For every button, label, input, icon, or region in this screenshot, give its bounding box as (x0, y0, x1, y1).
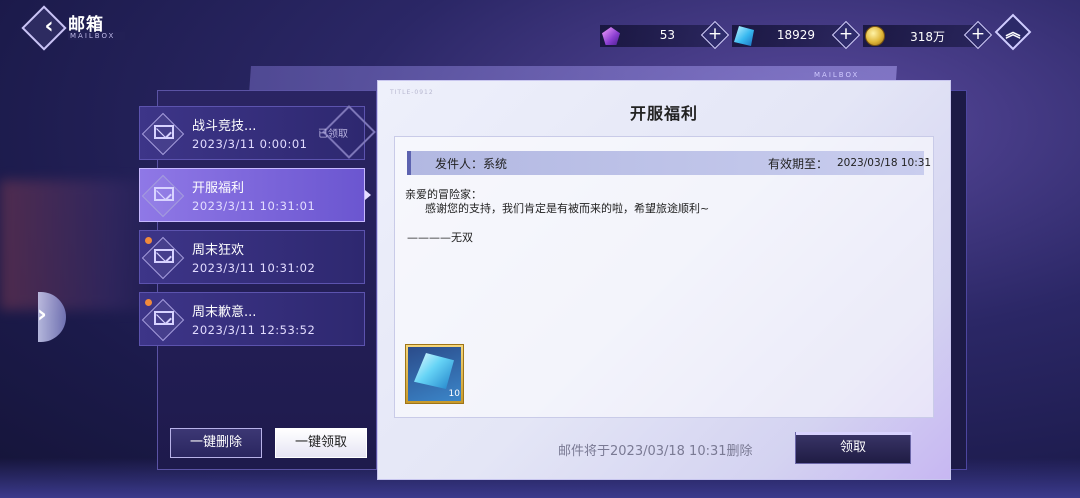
mail-signature: ————无双 (407, 231, 473, 244)
mail-item-selected[interactable]: 开服福利 2023/3/11 10:31:01 (139, 168, 365, 222)
mail-detail-title: 开服福利 (629, 104, 698, 123)
mail-title: 战斗竞技... (192, 119, 257, 134)
mail-date: 2023/3/11 10:31:01 (192, 199, 316, 213)
mail-title: 周末狂欢 (192, 243, 245, 258)
sender-label: 发件人：系统 (435, 157, 508, 171)
mail-date: 2023/3/11 12:53:52 (192, 323, 316, 337)
home-chevron-icon[interactable]: ︽ (1000, 18, 1026, 44)
currency-crystal-value: 18929 (776, 28, 815, 42)
expiry-label: 有效期至： (768, 157, 829, 171)
claim-button[interactable]: 领取 (795, 432, 912, 464)
background-blur (0, 180, 160, 310)
unread-dot-icon (145, 237, 152, 244)
mail-item[interactable]: 周末狂欢 2023/3/11 10:31:02 (139, 230, 365, 284)
envelope-icon (154, 187, 174, 201)
claim-all-button[interactable]: 一键领取 (275, 428, 367, 458)
page-subtitle: MAILBOX (68, 32, 126, 40)
detail-tag: TITLE-0912 (390, 89, 434, 96)
chevron-right-icon[interactable]: › (37, 300, 47, 328)
currency-coin-value: 318万 (910, 30, 945, 44)
mail-title: 开服福利 (192, 181, 245, 196)
delete-all-button[interactable]: 一键删除 (170, 428, 262, 458)
selection-indicator-icon (365, 190, 371, 200)
decorative-panel-edge (950, 90, 967, 470)
mail-date: 2023/3/11 10:31:02 (192, 261, 316, 275)
unread-dot-icon (145, 299, 152, 306)
mail-body: 感谢您的支持，我们肯定是有被而来的啦，希望旅途顺利~ (425, 202, 710, 215)
back-card-label: MAILBOX (814, 71, 860, 79)
gold-coin-icon (865, 26, 885, 46)
claimed-status: 已领取 (318, 129, 348, 140)
mail-item[interactable]: 战斗竞技... 2023/3/11 0:00:01 已领取 (139, 105, 376, 160)
plus-icon[interactable]: + (835, 23, 857, 45)
envelope-icon (154, 249, 174, 263)
reward-quantity: 10 (448, 389, 460, 399)
expire-note: 邮件将于2023/03/18 10:31删除 (558, 444, 753, 459)
mail-title: 周末歉意... (192, 305, 257, 320)
back-chevron-icon[interactable]: ‹ (33, 11, 65, 43)
plus-icon[interactable]: + (704, 23, 726, 45)
expiry-value: 2023/03/18 10:31 (837, 157, 932, 169)
mail-date: 2023/3/11 0:00:01 (192, 137, 308, 151)
currency-gem-value: 53 (659, 28, 675, 42)
envelope-icon (154, 125, 174, 139)
mail-content-box (394, 136, 934, 418)
mail-item[interactable]: 周末歉意... 2023/3/11 12:53:52 (139, 292, 365, 346)
envelope-icon (154, 311, 174, 325)
title-bar: ‹ 邮箱 MAILBOX (0, 0, 140, 51)
plus-icon[interactable]: + (967, 23, 989, 45)
